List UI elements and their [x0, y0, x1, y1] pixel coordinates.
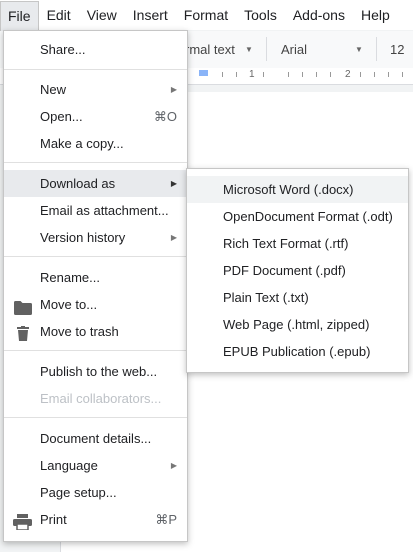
menu-item-label: Download as — [40, 176, 116, 191]
menu-item-print[interactable]: Print ⌘P — [4, 506, 187, 533]
menu-file[interactable]: File — [0, 0, 39, 31]
menu-item-open[interactable]: Open... ⌘O — [4, 103, 187, 130]
ruler-number: 1 — [249, 69, 255, 80]
menubar: File Edit View Insert Format Tools Add-o… — [0, 0, 413, 31]
menu-item-label: Email collaborators... — [40, 391, 162, 406]
menu-divider — [4, 256, 187, 257]
printer-icon — [13, 512, 32, 539]
menu-divider — [4, 162, 187, 163]
ruler-tick — [288, 72, 289, 77]
submenu-item-label: Rich Text Format (.rtf) — [223, 236, 349, 251]
menu-item-label: Share... — [40, 42, 86, 57]
toolbar-divider — [266, 37, 267, 61]
submenu-arrow-icon: ▶ — [170, 233, 177, 242]
ruler-number: 2 — [345, 69, 351, 80]
menu-view[interactable]: View — [79, 0, 125, 30]
submenu-item-pdf[interactable]: PDF Document (.pdf) — [187, 257, 408, 284]
menu-item-label: Page setup... — [40, 485, 117, 500]
toolbar-divider — [376, 37, 377, 61]
menu-item-email-collaborators: Email collaborators... — [4, 385, 187, 412]
submenu-item-html[interactable]: Web Page (.html, zipped) — [187, 311, 408, 338]
font-select[interactable]: Arial — [281, 42, 307, 57]
ruler-tick — [374, 72, 375, 77]
menu-item-version-history[interactable]: Version history ▶ — [4, 224, 187, 251]
submenu-item-label: Web Page (.html, zipped) — [223, 317, 370, 332]
menu-item-make-copy[interactable]: Make a copy... — [4, 130, 187, 157]
menu-divider — [4, 350, 187, 351]
submenu-item-label: Plain Text (.txt) — [223, 290, 309, 305]
file-menu: Share... New ▶ Open... ⌘O Make a copy...… — [3, 30, 188, 542]
menu-divider — [4, 69, 187, 70]
menu-item-new[interactable]: New ▶ — [4, 76, 187, 103]
shortcut-label: ⌘P — [155, 512, 177, 527]
menu-item-move-to-trash[interactable]: Move to trash — [4, 318, 187, 345]
menu-item-label: Open... — [40, 109, 83, 124]
menu-item-label: Publish to the web... — [40, 364, 158, 379]
chevron-down-icon: ▼ — [355, 45, 363, 54]
menu-item-move-to[interactable]: Move to... — [4, 291, 187, 318]
submenu-arrow-icon: ▶ — [170, 461, 177, 470]
submenu-item-epub[interactable]: EPUB Publication (.epub) — [187, 338, 408, 365]
ruler-tick — [330, 72, 331, 77]
ruler-tick — [222, 72, 223, 77]
menu-format[interactable]: Format — [176, 0, 236, 30]
chevron-down-icon: ▼ — [245, 45, 253, 54]
menu-item-document-details[interactable]: Document details... — [4, 425, 187, 452]
ruler-tick — [236, 72, 237, 77]
indent-marker[interactable] — [199, 70, 208, 76]
menu-item-rename[interactable]: Rename... — [4, 264, 187, 291]
menu-item-label: Document details... — [40, 431, 152, 446]
menu-edit[interactable]: Edit — [39, 0, 79, 30]
menu-item-label: Language — [40, 458, 98, 473]
menu-item-page-setup[interactable]: Page setup... — [4, 479, 187, 506]
menu-item-label: Rename... — [40, 270, 100, 285]
submenu-item-label: Microsoft Word (.docx) — [223, 182, 354, 197]
menu-item-publish[interactable]: Publish to the web... — [4, 358, 187, 385]
ruler-tick — [302, 72, 303, 77]
trash-icon — [17, 323, 29, 350]
menu-item-label: Print — [40, 512, 67, 527]
menu-help[interactable]: Help — [353, 0, 398, 30]
ruler-tick — [360, 72, 361, 77]
ruler-tick — [316, 72, 317, 77]
download-as-submenu: Microsoft Word (.docx) OpenDocument Form… — [186, 168, 409, 373]
submenu-item-label: EPUB Publication (.epub) — [223, 344, 371, 359]
menu-item-label: Version history — [40, 230, 126, 245]
menu-addons[interactable]: Add-ons — [285, 0, 353, 30]
submenu-item-label: OpenDocument Format (.odt) — [223, 209, 393, 224]
paragraph-style-select[interactable]: rmal text — [185, 42, 235, 57]
menu-item-language[interactable]: Language ▶ — [4, 452, 187, 479]
menu-item-share[interactable]: Share... — [4, 36, 187, 63]
menu-item-download-as[interactable]: Download as ▶ — [4, 170, 187, 197]
submenu-item-txt[interactable]: Plain Text (.txt) — [187, 284, 408, 311]
menu-item-label: New — [40, 82, 67, 97]
submenu-item-odt[interactable]: OpenDocument Format (.odt) — [187, 203, 408, 230]
submenu-arrow-icon: ▶ — [170, 179, 177, 188]
menu-item-label: Email as attachment... — [40, 203, 169, 218]
font-size-input[interactable]: 12 — [390, 42, 404, 57]
shortcut-label: ⌘O — [153, 109, 177, 124]
submenu-item-rtf[interactable]: Rich Text Format (.rtf) — [187, 230, 408, 257]
menu-tools[interactable]: Tools — [236, 0, 285, 30]
menu-insert[interactable]: Insert — [125, 0, 176, 30]
submenu-item-label: PDF Document (.pdf) — [223, 263, 346, 278]
ruler-tick — [388, 72, 389, 77]
menu-item-email-attachment[interactable]: Email as attachment... — [4, 197, 187, 224]
submenu-item-docx[interactable]: Microsoft Word (.docx) — [187, 176, 408, 203]
menu-item-label: Move to trash — [40, 324, 119, 339]
menu-item-label: Make a copy... — [40, 136, 124, 151]
submenu-arrow-icon: ▶ — [170, 85, 177, 94]
menu-item-label: Move to... — [40, 297, 98, 312]
ruler-tick — [402, 72, 403, 77]
menu-divider — [4, 417, 187, 418]
ruler-tick — [263, 72, 264, 77]
